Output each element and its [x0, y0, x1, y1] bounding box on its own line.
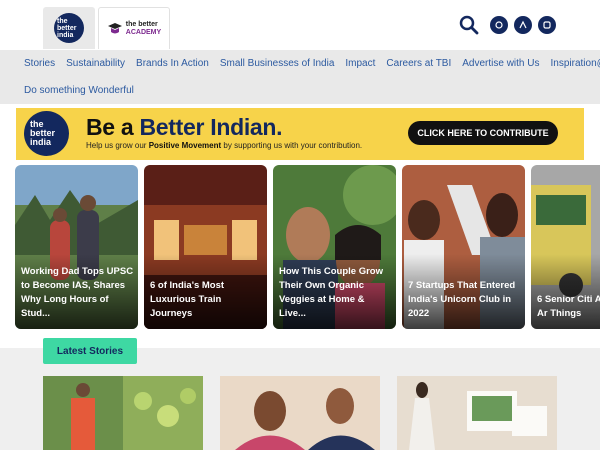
- nav-item-brands-in-action[interactable]: Brands In Action: [136, 58, 209, 69]
- story-thumbnail: [397, 376, 557, 450]
- social-icon[interactable]: [514, 16, 532, 34]
- contribute-banner[interactable]: the better india Be a Better Indian. Hel…: [16, 108, 584, 160]
- nav-item-sustainability[interactable]: Sustainability: [66, 58, 125, 69]
- banner-subtext: Help us grow our Positive Movement by su…: [86, 141, 362, 150]
- story-card[interactable]: How This Couple Grow Their Own Organic V…: [273, 165, 396, 329]
- latest-story-card[interactable]: [220, 376, 380, 450]
- story-card[interactable]: 6 Senior Citi Age to Do Ar Things: [531, 165, 600, 329]
- social-glyph-icon: [519, 20, 527, 29]
- academy-logo-tab[interactable]: the better ACADEMY: [98, 7, 170, 49]
- social-glyph-icon: [495, 21, 503, 29]
- logo-line: better: [57, 24, 77, 32]
- story-title: 7 Startups That Entered India's Unicorn …: [408, 280, 516, 319]
- sub-start: Help us grow our: [86, 141, 149, 150]
- sub-bold: Positive Movement: [148, 141, 222, 150]
- social-glyph-icon: [543, 21, 551, 29]
- story-card[interactable]: 7 Startups That Entered India's Unicorn …: [402, 165, 525, 329]
- logo-line: india: [30, 137, 52, 147]
- social-icon[interactable]: [490, 16, 508, 34]
- latest-story-card[interactable]: [397, 376, 557, 450]
- nav-item-do-something-wonderful[interactable]: Do something Wonderful: [24, 85, 134, 96]
- nav-item-inspiration-at-work[interactable]: Inspiration@Work: [551, 58, 600, 69]
- graduation-cap-icon: [107, 22, 122, 33]
- story-card[interactable]: Working Dad Tops UPSC to Become IAS, Sha…: [15, 165, 138, 329]
- story-title: 6 of India's Most Luxurious Train Journe…: [150, 280, 225, 319]
- nav-item-small-businesses[interactable]: Small Businesses of India: [220, 58, 335, 69]
- banner-headline: Be a Better Indian.: [86, 114, 283, 141]
- banner-tbi-logo: the better india: [24, 111, 69, 156]
- academy-wordmark: the better ACADEMY: [126, 21, 161, 37]
- site-header: the better india the better ACADEMY: [0, 0, 600, 50]
- academy-sub: ACADEMY: [125, 28, 162, 36]
- story-card[interactable]: 6 of India's Most Luxurious Train Journe…: [144, 165, 267, 329]
- tbi-logo[interactable]: the better india: [54, 13, 84, 43]
- story-thumbnail: [43, 376, 203, 450]
- headline-accent: Better Indian.: [139, 114, 283, 140]
- sub-end: by supporting us with your contribution.: [221, 141, 363, 150]
- featured-stories-carousel: Working Dad Tops UPSC to Become IAS, Sha…: [15, 165, 600, 329]
- nav-item-advertise[interactable]: Advertise with Us: [462, 58, 539, 69]
- nav-row: Do something Wonderful: [24, 85, 145, 96]
- search-icon[interactable]: [459, 15, 479, 35]
- story-title: How This Couple Grow Their Own Organic V…: [279, 266, 383, 319]
- story-title: Working Dad Tops UPSC to Become IAS, Sha…: [21, 266, 134, 319]
- nav-row: Stories Sustainability Brands In Action …: [24, 58, 600, 69]
- story-title: 6 Senior Citi Age to Do Ar Things: [537, 294, 600, 319]
- nav-item-careers[interactable]: Careers at TBI: [386, 58, 451, 69]
- contribute-button[interactable]: CLICK HERE TO CONTRIBUTE: [408, 121, 558, 145]
- main-nav: Stories Sustainability Brands In Action …: [0, 50, 600, 104]
- social-icon[interactable]: [538, 16, 556, 34]
- logo-line: the: [57, 17, 68, 25]
- latest-stories-tab[interactable]: Latest Stories: [43, 338, 137, 364]
- nav-item-stories[interactable]: Stories: [24, 58, 55, 69]
- header-icons: [459, 15, 556, 35]
- tbi-logo-tab[interactable]: the better india: [43, 7, 95, 49]
- latest-story-card[interactable]: [43, 376, 203, 450]
- logo-line: india: [57, 31, 74, 39]
- nav-item-impact[interactable]: Impact: [345, 58, 375, 69]
- academy-title: the better: [125, 20, 158, 28]
- story-thumbnail: [220, 376, 380, 450]
- headline-start: Be a: [86, 114, 140, 140]
